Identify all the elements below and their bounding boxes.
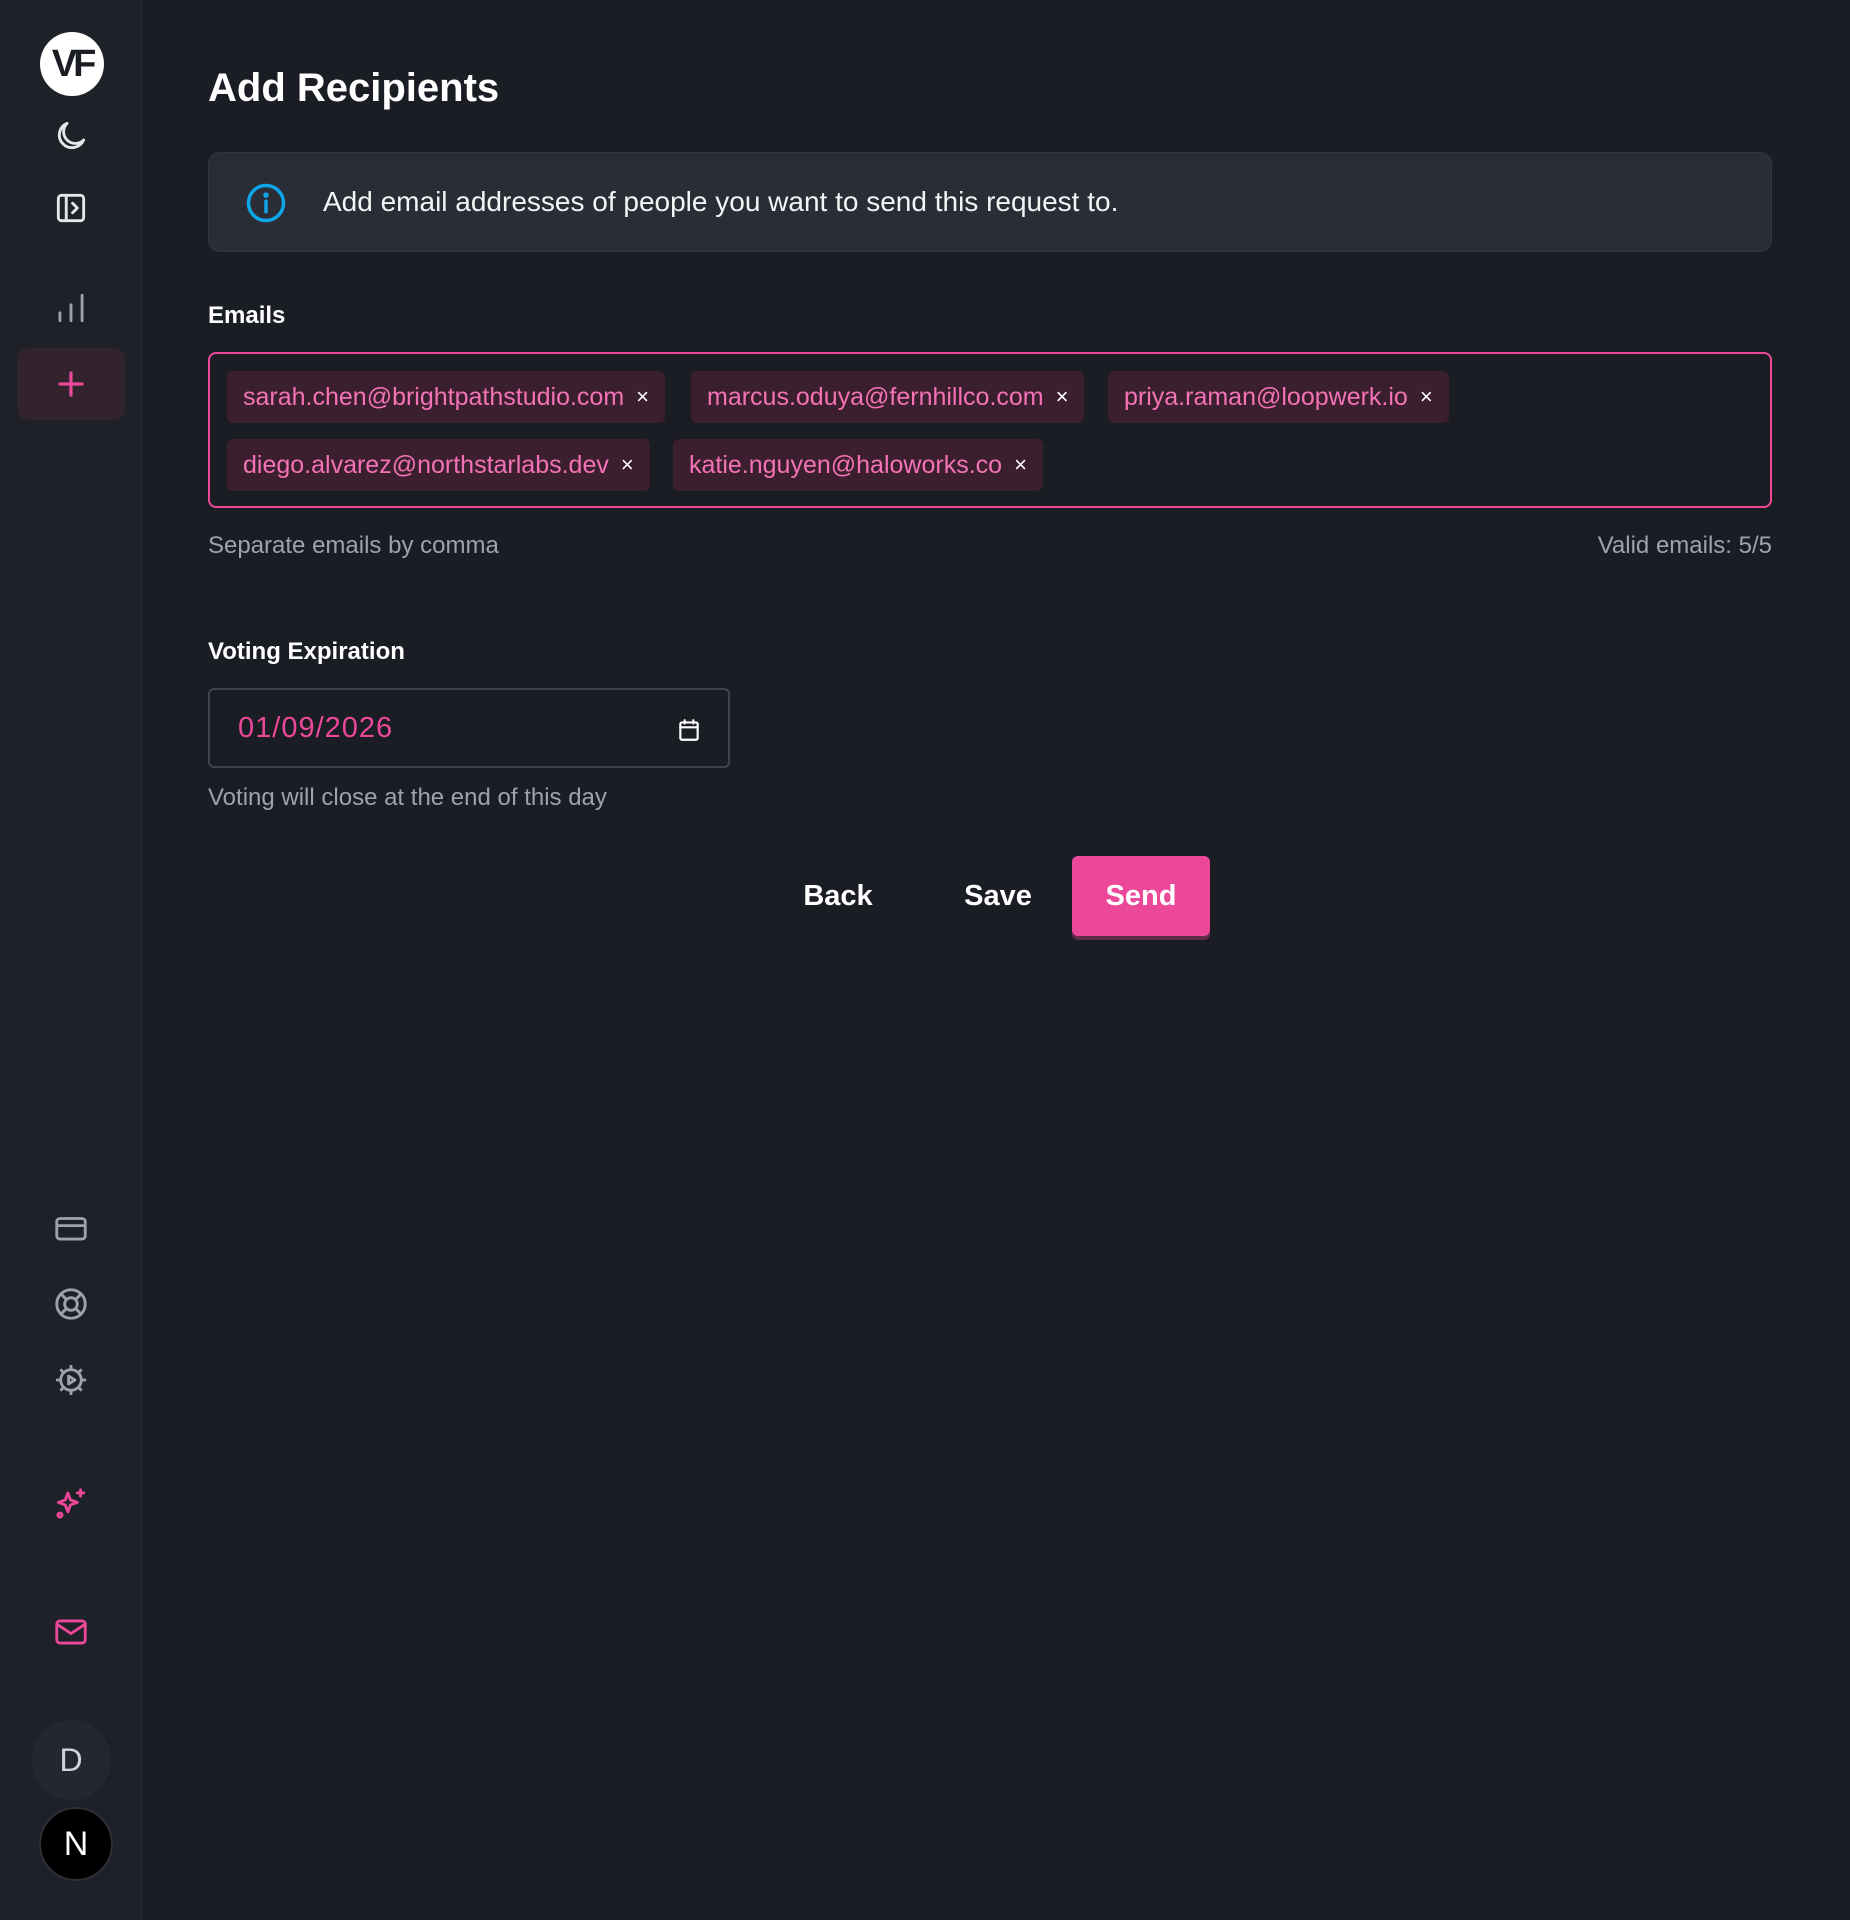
sparkles-icon: [56, 1488, 86, 1519]
remove-email-button[interactable]: ×: [636, 384, 649, 410]
plus-icon: [58, 371, 84, 397]
bar-chart-icon: [58, 293, 84, 323]
sidebar-item-analytics[interactable]: [17, 272, 125, 344]
moon-icon: [57, 121, 86, 150]
emails-label: Emails: [208, 302, 286, 329]
expiration-label: Voting Expiration: [208, 638, 405, 665]
calendar-icon[interactable]: [676, 716, 702, 744]
sidebar-item-ai[interactable]: [17, 1468, 125, 1540]
email-chip-text: marcus.oduya@fernhillco.com: [707, 382, 1044, 411]
logo-text: VF: [51, 42, 97, 85]
email-chip: katie.nguyen@haloworks.co ×: [673, 439, 1043, 491]
back-button[interactable]: Back: [788, 856, 888, 936]
email-chip-text: sarah.chen@brightpathstudio.com: [243, 382, 625, 411]
email-chip-text: priya.raman@loopwerk.io: [1124, 382, 1408, 411]
user-initial: D: [59, 1741, 83, 1778]
email-chip: sarah.chen@brightpathstudio.com ×: [227, 371, 666, 423]
save-button[interactable]: Save: [938, 856, 1058, 936]
sidebar-item-support[interactable]: [17, 1268, 125, 1340]
theme-toggle-button[interactable]: [17, 100, 125, 172]
credit-card-icon: [55, 1217, 87, 1241]
app-logo[interactable]: VF: [40, 32, 104, 96]
info-banner: Add email addresses of people you want t…: [208, 152, 1772, 252]
expiration-hint: Voting will close at the end of this day: [208, 784, 607, 811]
remove-email-button[interactable]: ×: [1056, 384, 1069, 410]
sidebar-item-billing[interactable]: [17, 1192, 125, 1264]
page-title: Add Recipients: [208, 66, 500, 110]
sidebar-collapse-button[interactable]: [17, 172, 125, 244]
workspace-initial: N: [63, 1824, 89, 1863]
sidebar-toggle-icon: [56, 193, 86, 223]
email-chip-text: diego.alvarez@northstarlabs.dev: [243, 450, 609, 479]
info-text: Add email addresses of people you want t…: [323, 186, 1119, 217]
sidebar-item-settings[interactable]: [17, 1344, 125, 1416]
remove-email-button[interactable]: ×: [1014, 452, 1027, 478]
send-button[interactable]: Send: [1072, 856, 1210, 936]
remove-email-button[interactable]: ×: [621, 452, 634, 478]
user-avatar[interactable]: D: [31, 1720, 111, 1800]
expiration-date-value: 01/09/2026: [238, 712, 394, 744]
info-icon: [246, 183, 286, 223]
emails-hint: Separate emails by comma: [208, 532, 499, 559]
expiration-date-input[interactable]: 01/09/2026: [208, 688, 730, 768]
workspace-avatar[interactable]: N: [39, 1807, 113, 1881]
email-chip: diego.alvarez@northstarlabs.dev ×: [227, 439, 650, 491]
email-chip: marcus.oduya@fernhillco.com ×: [691, 371, 1085, 423]
sidebar-item-create[interactable]: [17, 348, 125, 420]
email-chip: priya.raman@loopwerk.io ×: [1108, 371, 1449, 423]
remove-email-button[interactable]: ×: [1420, 384, 1433, 410]
mail-icon: [55, 1619, 87, 1645]
lifebuoy-icon: [55, 1288, 87, 1320]
settings-icon: [55, 1364, 87, 1396]
sidebar: VF D N: [0, 0, 142, 1920]
emails-input[interactable]: sarah.chen@brightpathstudio.com × marcus…: [208, 352, 1772, 508]
email-chip-text: katie.nguyen@haloworks.co: [689, 450, 1003, 479]
sidebar-item-inbox[interactable]: [17, 1596, 125, 1668]
valid-emails-count: Valid emails: 5/5: [1597, 532, 1772, 559]
